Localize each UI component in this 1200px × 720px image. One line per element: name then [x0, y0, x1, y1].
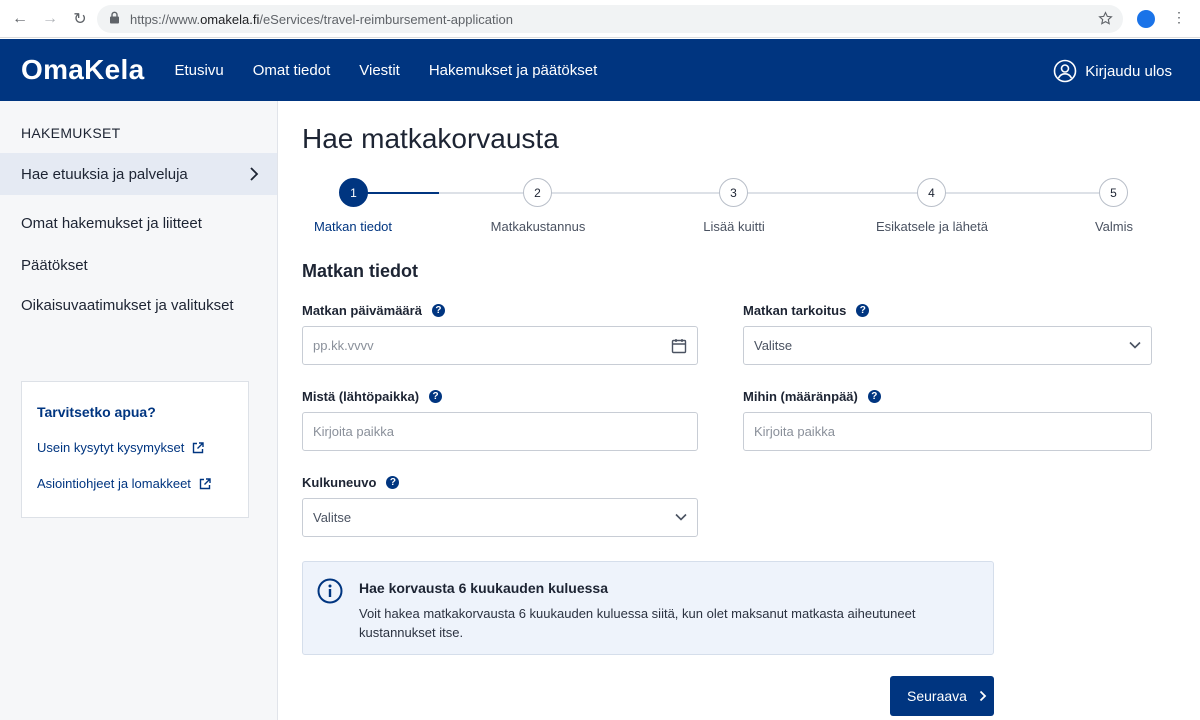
help-question-icon[interactable]: ?: [856, 304, 870, 317]
date-field[interactable]: [302, 326, 698, 365]
reload-icon[interactable]: ↻: [70, 9, 90, 29]
logout-label: Kirjaudu ulos: [1085, 62, 1172, 80]
step-2-circle: 2: [523, 178, 552, 207]
sidebar-heading: HAKEMUKSET: [21, 125, 121, 141]
step-1-circle: 1: [339, 178, 368, 207]
info-title: Hae korvausta 6 kuukauden kuluessa: [359, 580, 608, 596]
nav-etusivu[interactable]: Etusivu: [175, 62, 224, 79]
sidebar-item-hae-etuuksia[interactable]: Hae etuuksia ja palveluja: [0, 153, 277, 195]
back-icon[interactable]: ←: [10, 9, 30, 29]
from-input[interactable]: [313, 424, 640, 439]
url-path: /eServices/travel-reimbursement-applicat…: [259, 11, 513, 27]
browser-profile-icon[interactable]: [1137, 10, 1155, 28]
help-question-icon[interactable]: ?: [429, 390, 443, 403]
vehicle-select[interactable]: Valitse: [302, 498, 698, 537]
date-label: Matkan päivämäärä ?: [302, 303, 445, 318]
help-box: Tarvitsetko apua? Usein kysytyt kysymyks…: [21, 381, 249, 518]
to-input[interactable]: [754, 424, 1092, 439]
external-link-icon: [193, 441, 205, 453]
omakela-logo[interactable]: OmaKela: [21, 54, 145, 86]
help-question-icon[interactable]: ?: [431, 304, 445, 317]
progress-stepper: 1 2 3 4 5 Matkan tiedot Matkakustannus L…: [302, 178, 1142, 238]
purpose-label: Matkan tarkoitus ?: [743, 303, 870, 318]
date-label-text: Matkan päivämäärä: [302, 303, 422, 318]
top-navigation: Etusivu Omat tiedot Viestit Hakemukset j…: [175, 62, 627, 79]
vehicle-label: Kulkuneuvo ?: [302, 475, 400, 490]
date-input[interactable]: [313, 338, 640, 353]
info-box: Hae korvausta 6 kuukauden kuluessa Voit …: [302, 561, 994, 655]
next-button[interactable]: Seuraava: [890, 676, 994, 716]
user-icon: [1053, 59, 1077, 83]
step-5-label: Valmis: [1094, 219, 1134, 234]
url-prefix: https://www.: [130, 11, 201, 27]
site-header: OmaKela Etusivu Omat tiedot Viestit Hake…: [0, 39, 1200, 101]
chevron-right-icon: [979, 690, 987, 702]
step-1-label: Matkan tiedot: [313, 219, 393, 234]
nav-omat-tiedot[interactable]: Omat tiedot: [253, 62, 331, 79]
to-label-text: Mihin (määränpää): [743, 389, 858, 404]
lock-icon: [109, 11, 120, 27]
chevron-right-icon: [250, 167, 259, 181]
purpose-label-text: Matkan tarkoitus: [743, 303, 847, 318]
help-link-instructions[interactable]: Asiointiohjeet ja lomakkeet: [37, 476, 211, 491]
external-link-icon: [199, 477, 211, 489]
help-link-faq[interactable]: Usein kysytyt kysymykset: [37, 440, 205, 455]
sidebar-item-label: Omat hakemukset ja liitteet: [21, 214, 202, 232]
step-5-circle: 5: [1099, 178, 1128, 207]
main-content: Hae matkakorvausta 1 2 3 4 5 Matkan tied…: [302, 101, 1182, 720]
sidebar-item-label: Päätökset: [21, 256, 88, 274]
info-text: Voit hakea matkakorvausta 6 kuukauden ku…: [359, 606, 916, 640]
help-question-icon[interactable]: ?: [386, 476, 400, 489]
browser-menu-icon[interactable]: ⋮: [1172, 9, 1186, 26]
help-link-label: Usein kysytyt kysymykset: [37, 440, 185, 455]
vehicle-select-value: Valitse: [313, 510, 352, 525]
address-bar[interactable]: https://www. omakela.fi/eServices/travel-…: [97, 5, 1123, 33]
info-icon: [317, 578, 343, 604]
to-label: Mihin (määränpää) ?: [743, 389, 881, 404]
forward-icon[interactable]: →: [40, 9, 60, 29]
nav-viestit[interactable]: Viestit: [359, 62, 400, 79]
vehicle-label-text: Kulkuneuvo: [302, 475, 377, 490]
to-field[interactable]: [743, 412, 1152, 451]
step-3-label: Lisää kuitti: [703, 219, 765, 234]
help-title: Tarvitsetko apua?: [37, 404, 156, 420]
chevron-down-icon: [675, 513, 687, 521]
sidebar-item-omat-hakemukset[interactable]: Omat hakemukset ja liitteet: [0, 202, 277, 244]
sidebar-item-label: Oikaisuvaatimukset ja valitukset: [21, 296, 234, 314]
purpose-select-value: Valitse: [754, 338, 793, 353]
help-question-icon[interactable]: ?: [867, 390, 881, 403]
bookmark-star-icon[interactable]: [1098, 11, 1113, 29]
step-4-circle: 4: [917, 178, 946, 207]
chevron-down-icon: [1129, 341, 1141, 349]
step-4-label: Esikatsele ja lähetä: [875, 219, 989, 234]
page-title: Hae matkakorvausta: [302, 123, 559, 154]
sidebar-item-paatokset[interactable]: Päätökset: [0, 244, 277, 286]
section-title: Matkan tiedot: [302, 261, 419, 281]
calendar-icon[interactable]: [671, 338, 687, 354]
logout-button[interactable]: Kirjaudu ulos: [1053, 59, 1172, 83]
from-field[interactable]: [302, 412, 698, 451]
browser-toolbar: ← → ↻ https://www. omakela.fi/eServices/t…: [0, 0, 1200, 38]
sidebar-item-label: Hae etuuksia ja palveluja: [21, 165, 188, 183]
sidebar-item-oikaisuvaatimukset[interactable]: Oikaisuvaatimukset ja valitukset: [0, 284, 277, 326]
nav-hakemukset[interactable]: Hakemukset ja päätökset: [429, 62, 597, 79]
help-link-label: Asiointiohjeet ja lomakkeet: [37, 476, 191, 491]
purpose-select[interactable]: Valitse: [743, 326, 1152, 365]
url-domain: omakela.fi: [200, 11, 260, 27]
step-2-label: Matkakustannus: [490, 219, 586, 234]
from-label-text: Mistä (lähtöpaikka): [302, 389, 420, 404]
sidebar: HAKEMUKSET Hae etuuksia ja palveluja Oma…: [0, 101, 278, 720]
next-button-label: Seuraava: [907, 688, 967, 704]
from-label: Mistä (lähtöpaikka) ?: [302, 389, 443, 404]
step-3-circle: 3: [719, 178, 748, 207]
